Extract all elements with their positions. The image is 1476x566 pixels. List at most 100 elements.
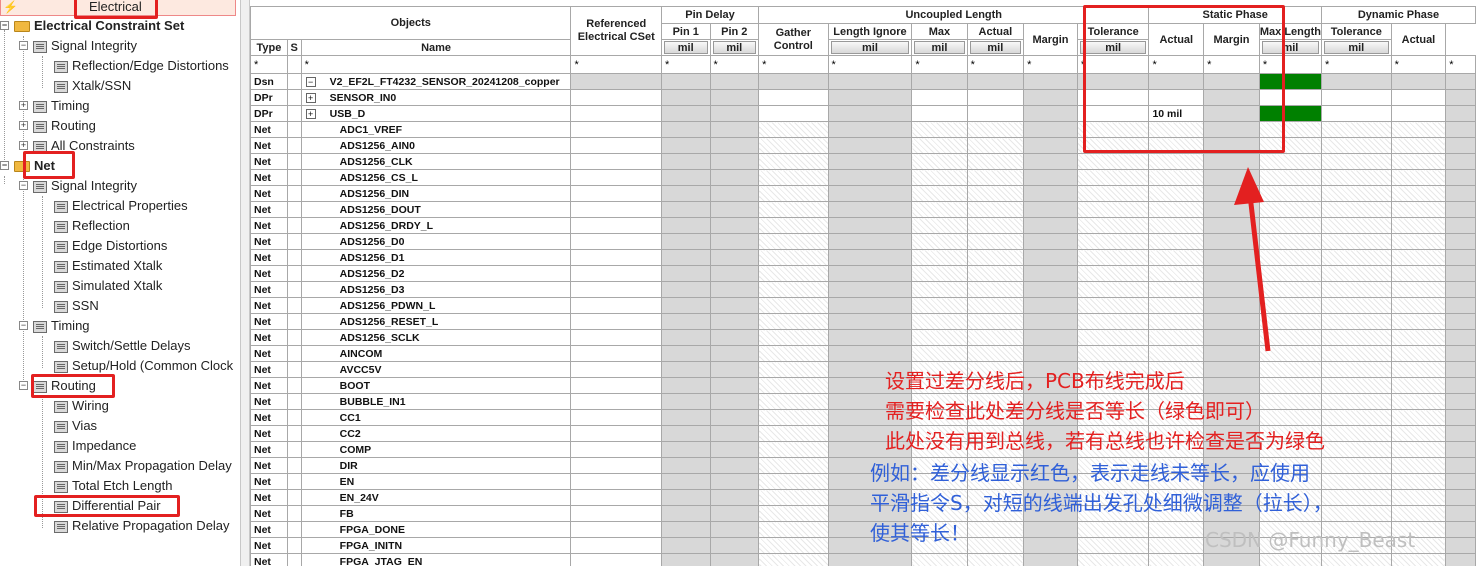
unit-button[interactable]: mil — [1323, 41, 1389, 54]
row-name[interactable]: EN — [300, 473, 572, 490]
row-status[interactable] — [286, 489, 302, 506]
filter-cell[interactable]: * — [1320, 55, 1392, 74]
row-type[interactable]: Net — [250, 233, 288, 250]
collapse-icon[interactable]: − — [19, 321, 28, 330]
filter-cell[interactable]: * — [911, 55, 968, 74]
tree-switch-settle[interactable]: Switch/Settle Delays — [54, 336, 191, 356]
header-name[interactable]: Name — [300, 39, 572, 56]
filter-cell-s[interactable] — [286, 55, 302, 74]
filter-cell[interactable]: * — [300, 55, 572, 74]
row-type[interactable]: Net — [250, 313, 288, 330]
table-row[interactable]: Net BOOT — [250, 377, 1476, 394]
row-type[interactable]: Net — [250, 553, 288, 566]
row-name[interactable]: FPGA_JTAG_EN — [300, 553, 572, 566]
row-type[interactable]: Net — [250, 249, 288, 266]
row-name[interactable]: ADS1256_SCLK — [300, 329, 572, 346]
row-name[interactable]: ADS1256_D1 — [300, 249, 572, 266]
row-name[interactable]: BOOT — [300, 377, 572, 394]
row-type[interactable]: Net — [250, 361, 288, 378]
row-name[interactable]: COMP — [300, 441, 572, 458]
pane-splitter[interactable] — [240, 0, 250, 566]
row-name[interactable]: BUBBLE_IN1 — [300, 393, 572, 410]
header-margin[interactable]: Margin — [1023, 23, 1078, 56]
tree-net-timing[interactable]: − Timing — [19, 316, 90, 336]
filter-cell[interactable]: * — [570, 55, 662, 74]
filter-cell[interactable]: * — [758, 55, 829, 74]
row-type[interactable]: Net — [250, 217, 288, 234]
expand-icon[interactable]: + — [19, 101, 28, 110]
table-row[interactable]: Net ADC1_VREF — [250, 121, 1476, 138]
tree-ecs-xtalk-ssn[interactable]: Xtalk/SSN — [54, 76, 131, 96]
row-name[interactable]: AVCC5V — [300, 361, 572, 378]
collapse-icon[interactable]: − — [19, 41, 28, 50]
collapse-icon[interactable]: − — [19, 381, 28, 390]
row-status[interactable] — [286, 121, 302, 138]
row-type[interactable]: Net — [250, 489, 288, 506]
filter-cell[interactable]: * — [250, 55, 288, 74]
row-name[interactable]: ADC1_VREF — [300, 121, 572, 138]
row-name[interactable]: DIR — [300, 457, 572, 474]
row-type[interactable]: Net — [250, 137, 288, 154]
header-dynamic-tolerance[interactable]: Tolerance — [1320, 23, 1392, 40]
tree-min-max-prop[interactable]: Min/Max Propagation Delay — [54, 456, 232, 476]
row-name[interactable]: ADS1256_D0 — [300, 233, 572, 250]
expand-icon[interactable]: + — [305, 92, 316, 103]
tree-relative-prop[interactable]: Relative Propagation Delay — [54, 516, 230, 536]
row-status[interactable] — [286, 89, 302, 106]
row-name[interactable]: EN_24V — [300, 489, 572, 506]
row-status[interactable] — [286, 153, 302, 170]
header-length-ignore[interactable]: Length Ignore — [827, 23, 913, 40]
row-type[interactable]: Net — [250, 441, 288, 458]
row-type[interactable]: Net — [250, 153, 288, 170]
row-name[interactable]: FB — [300, 505, 572, 522]
row-status[interactable] — [286, 361, 302, 378]
row-status[interactable] — [286, 105, 302, 122]
row-name[interactable]: AINCOM — [300, 345, 572, 362]
row-name[interactable]: ADS1256_AIN0 — [300, 137, 572, 154]
collapse-icon[interactable]: − — [0, 21, 9, 30]
header-dynamic-actual[interactable]: Actual — [1390, 23, 1447, 56]
row-type[interactable]: DPr — [250, 89, 288, 106]
row-name[interactable]: ADS1256_CLK — [300, 153, 572, 170]
table-row[interactable]: Net BUBBLE_IN1 — [250, 393, 1476, 410]
table-row[interactable]: Net CC1 — [250, 409, 1476, 426]
filter-cell[interactable]: * — [966, 55, 1025, 74]
table-row[interactable]: DPr + SENSOR_IN0 — [250, 89, 1476, 106]
row-status[interactable] — [286, 441, 302, 458]
tree-estimated-xtalk[interactable]: Estimated Xtalk — [54, 256, 162, 276]
filter-cell[interactable]: * — [1390, 55, 1447, 74]
header-referenced-cset[interactable]: Referenced Electrical CSet — [570, 6, 662, 56]
tree-electrical-constraint-set[interactable]: − Electrical Constraint Set — [0, 16, 184, 36]
header-actual[interactable]: Actual — [966, 23, 1025, 40]
row-type[interactable]: Net — [250, 393, 288, 410]
row-type[interactable]: Net — [250, 121, 288, 138]
filter-cell[interactable]: * — [827, 55, 913, 74]
collapse-icon[interactable]: − — [19, 181, 28, 190]
row-type[interactable]: Net — [250, 505, 288, 522]
unit-button[interactable]: mil — [712, 41, 757, 54]
collapse-icon[interactable]: − — [305, 76, 316, 87]
row-name[interactable]: + USB_D — [300, 105, 572, 122]
tree-impedance[interactable]: Impedance — [54, 436, 136, 456]
row-status[interactable] — [286, 425, 302, 442]
header-s[interactable]: S — [286, 39, 302, 56]
row-status[interactable] — [286, 297, 302, 314]
row-status[interactable] — [286, 233, 302, 250]
unit-button[interactable]: mil — [914, 41, 965, 54]
header-pin1[interactable]: Pin 1 — [660, 23, 711, 40]
row-name[interactable]: + SENSOR_IN0 — [300, 89, 572, 106]
row-name[interactable]: ADS1256_DIN — [300, 185, 572, 202]
row-type[interactable]: Net — [250, 281, 288, 298]
tree-setup-hold[interactable]: Setup/Hold (Common Clock — [54, 356, 233, 376]
row-name[interactable]: FPGA_DONE — [300, 521, 572, 538]
row-status[interactable] — [286, 313, 302, 330]
row-status[interactable] — [286, 217, 302, 234]
row-type[interactable]: Net — [250, 457, 288, 474]
header-objects[interactable]: Objects — [250, 6, 572, 40]
tree-ssn[interactable]: SSN — [54, 296, 99, 316]
row-status[interactable] — [286, 393, 302, 410]
row-name[interactable]: ADS1256_PDWN_L — [300, 297, 572, 314]
collapse-icon[interactable]: − — [0, 161, 9, 170]
filter-cell[interactable]: * — [1445, 55, 1476, 74]
row-status[interactable] — [286, 409, 302, 426]
